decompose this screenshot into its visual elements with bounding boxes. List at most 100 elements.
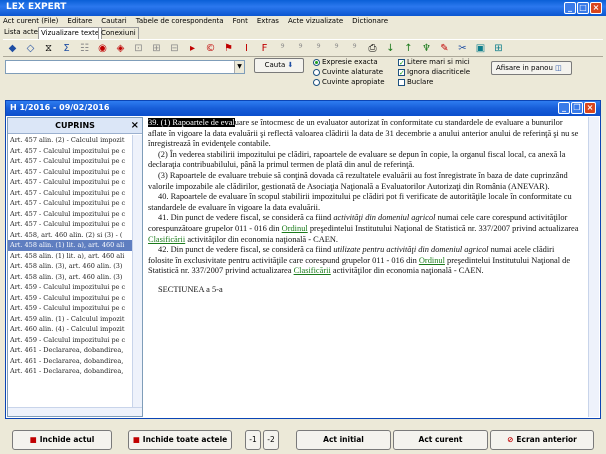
document-text: 39. (1) Rapoartele de evaluare se întocm… [145,117,587,417]
f-icon[interactable]: F [258,42,271,55]
act-initial-button[interactable]: Act initial [296,430,391,450]
pen-icon[interactable]: ✎ [438,42,451,55]
minus2-button[interactable]: -2 [263,430,279,450]
maximize-button[interactable]: □ [577,2,589,14]
menu-acte-vizualizate[interactable]: Acte vizualizate [288,16,343,27]
option-buclare[interactable]: Buclare [398,78,433,86]
doc-link-icon[interactable]: ◉ [96,42,109,55]
sum-icon[interactable]: Σ [60,42,73,55]
search-input[interactable] [5,60,245,74]
list-item[interactable]: Art. 457 - Calculul impozitului pe c [8,209,132,220]
list-item[interactable]: Art. 457 - Calculul impozitului pe c [8,188,132,199]
filter-icon[interactable]: ⧖ [42,42,55,55]
option-litere-mari[interactable]: ✓ Litere mari si mici [398,58,470,66]
disabled-icon-1[interactable]: ⊡ [132,42,145,55]
list-item[interactable]: Art. 459 - Calculul impozitului pe c [8,335,132,346]
export-icon[interactable]: ↓ [384,42,397,55]
afisare-in-panou-button[interactable]: Afisare in panou ◫ [491,61,572,75]
link-ordinul[interactable]: Ordinul [419,256,445,265]
import-icon[interactable]: ↑ [402,42,415,55]
list-item[interactable]: Art. 461 - Declararea, dobandirea, [8,356,132,367]
font-size-icon-4[interactable]: ⁹ [330,42,343,55]
list-item[interactable]: Art. 459 - Calculul impozitului pe c [8,303,132,314]
link-clasificarii[interactable]: Clasificării [294,266,331,275]
app-title: LEX EXPERT [6,2,67,12]
text-p2: (2) În vederea stabilirii impozitului pe… [148,149,566,170]
font-size-icon-1[interactable]: ⁹ [276,42,289,55]
back-arrow-icon[interactable]: ◆ [6,42,19,55]
search-dropdown-arrow[interactable]: ▼ [234,61,244,73]
act-curent-button[interactable]: Act curent [393,430,488,450]
close-icon[interactable]: × [131,118,139,134]
menu-editare[interactable]: Editare [67,16,92,27]
flag-icon[interactable]: ⚑ [222,42,235,55]
diamond-icon[interactable]: ◇ [24,42,37,55]
disabled-icon-3[interactable]: ⊟ [168,42,181,55]
list-item[interactable]: Art. 457 - Calculul impozitului pe c [8,167,132,178]
link-clasificarii[interactable]: Clasificării [148,235,185,244]
tab-conexiuni[interactable]: Conexiuni [98,27,139,39]
menu-dictionare[interactable]: Dictionare [352,16,388,27]
inchide-toate-button[interactable]: ■ Inchide toate actele [128,430,232,450]
option-cuvinte-apropiate[interactable]: Cuvinte apropiate [313,78,385,86]
cuprins-horizontal-scrollbar[interactable] [8,407,142,416]
minimize-button[interactable]: _ [564,2,576,14]
list-item[interactable]: Art. 457 - Calculul impozitului pe c [8,219,132,230]
list-item[interactable]: Art. 459 - Calculul impozitului pe c [8,293,132,304]
document-vertical-scrollbar[interactable] [588,117,599,417]
list-item[interactable]: Art. 458 alin. (1) lit. a), art. 460 ali [8,251,132,262]
menu-bar: Act curent (File) Editare Cautari Tabele… [0,16,606,27]
tools-icon[interactable]: ✂ [456,42,469,55]
list-item[interactable]: Art. 461 - Declararea, dobandirea, [8,366,132,377]
doc-minimize-button[interactable]: _ [558,102,570,114]
print-icon[interactable]: ⎙ [366,42,379,55]
arrow-right-icon[interactable]: ▸ [186,42,199,55]
close-button[interactable]: × [590,2,602,14]
list-item[interactable]: Art. 457 - Calculul impozitului pe c [8,198,132,209]
list-item[interactable]: Art. 457 - Calculul impozitului pe c [8,156,132,167]
list-icon[interactable]: ☷ [78,42,91,55]
close-doc-icon: ■ [29,435,37,444]
ecran-anterior-button[interactable]: ⊘ Ecran anterior [490,430,594,450]
list-item[interactable]: Art. 457 - Calculul impozitului pe c [8,146,132,157]
doc-close-button[interactable]: × [584,102,596,114]
cuprins-vertical-scrollbar[interactable] [132,135,142,407]
font-size-icon-2[interactable]: ⁹ [294,42,307,55]
text-p4: 40. Rapoartele de evaluare în scopul sta… [148,192,572,212]
menu-font[interactable]: Font [233,16,248,27]
option-expresie-exacta[interactable]: Expresie exacta [313,58,378,66]
option-cuvinte-alaturate[interactable]: Cuvinte alaturate [313,68,383,76]
list-item-selected[interactable]: Art. 458 alin. (1) lit. a), art. 460 ali [8,240,132,251]
copyright-icon[interactable]: © [204,42,217,55]
menu-extras[interactable]: Extras [257,16,279,27]
list-item[interactable]: Art. 458 alin. (3), art. 460 alin. (3) [8,261,132,272]
link-ordinul[interactable]: Ordinul [282,224,308,233]
inchide-actul-button[interactable]: ■ Inchide actul [12,430,112,450]
doc-restore-button[interactable]: ❐ [571,102,583,114]
option-ignora-diacritice[interactable]: ✓ Ignora diacriticele [398,68,470,76]
list-item[interactable]: Art. 459 - Calculul impozitului pe c [8,282,132,293]
cauta-button[interactable]: Cauta ⬇ [254,58,304,73]
list-item[interactable]: Art. 459 alin. (1) - Calculul impozit [8,314,132,325]
tab-lista-acte[interactable]: Lista acte [2,27,40,38]
tree-icon[interactable]: ♆ [420,42,433,55]
menu-file[interactable]: Act curent (File) [3,16,58,27]
list-item[interactable]: Art. 460 alin. (4) - Calculul impozit [8,324,132,335]
list-item[interactable]: Art. 457 - Calculul impozitului pe c [8,177,132,188]
list-item[interactable]: Art. 457 alin. (2) - Calculul impozit [8,135,132,146]
tab-vizualizare-texte[interactable]: Vizualizare texte [38,27,103,39]
minus1-button[interactable]: -1 [245,430,261,450]
menu-tabele[interactable]: Tabele de corespondenta [136,16,224,27]
list-item[interactable]: Art. 458 alin. (3), art. 460 alin. (3) [8,272,132,283]
doc-search-icon[interactable]: ◈ [114,42,127,55]
list-item[interactable]: Art. 458, art. 460 alin. (2) si (3) - ( [8,230,132,241]
grid-icon[interactable]: ⊞ [492,42,505,55]
font-size-icon-3[interactable]: ⁹ [312,42,325,55]
list-item[interactable]: Art. 461 - Declararea, dobandirea, [8,345,132,356]
disabled-icon-2[interactable]: ⊞ [150,42,163,55]
i-icon[interactable]: I [240,42,253,55]
font-size-icon-5[interactable]: ⁹ [348,42,361,55]
window-icon[interactable]: ▣ [474,42,487,55]
text-p6-a: 42. Din punct de vedere fiscal, se consi… [158,245,334,255]
menu-cautari[interactable]: Cautari [101,16,126,27]
